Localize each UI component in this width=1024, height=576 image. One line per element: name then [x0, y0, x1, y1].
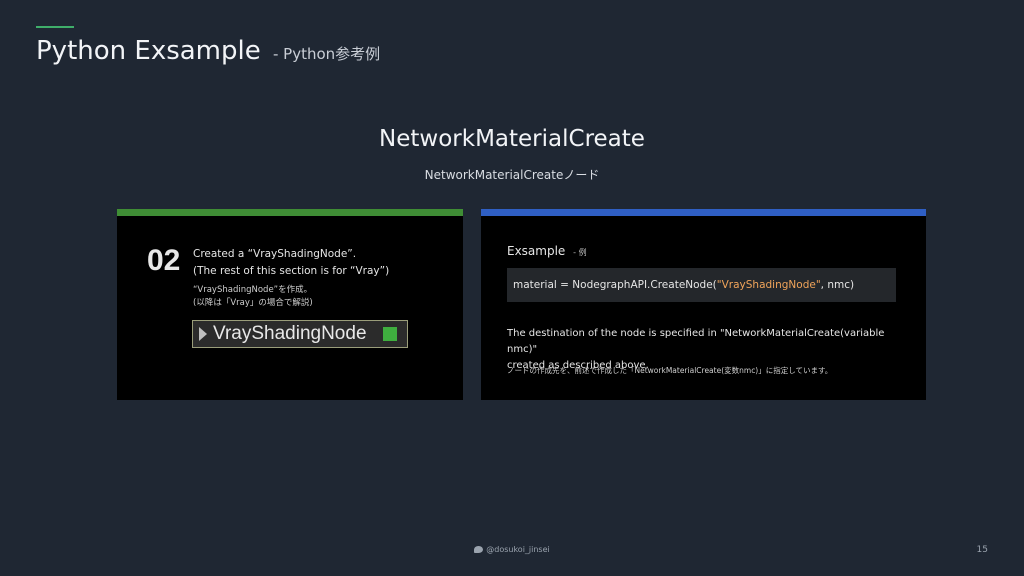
page-title-sub: - Python参考例	[273, 45, 381, 63]
code-block: material = NodegraphAPI.CreateNode("Vray…	[507, 268, 896, 302]
code-prefix: material = NodegraphAPI.CreateNode(	[513, 279, 717, 291]
footer-handle: @dosukoi_jinsei	[0, 545, 1024, 554]
title-accent-line	[36, 26, 74, 28]
section-subheading: NetworkMaterialCreateノード	[424, 168, 600, 182]
section-heading: NetworkMaterialCreate	[379, 126, 645, 152]
step-card: 02 Created a “VrayShadingNode”. (The res…	[117, 209, 463, 400]
code-suffix: , nmc)	[820, 279, 855, 291]
node-label: VrayShadingNode	[213, 323, 367, 344]
step-description-jp: “VrayShadingNode”を作成。 (以降は「Vray」の場合で解説)	[193, 284, 313, 310]
code-string: "VrayShadingNode"	[716, 279, 821, 291]
example-title-sub: - 例	[573, 248, 587, 257]
node-color-swatch	[383, 327, 397, 341]
step-jp-line-2: (以降は「Vray」の場合で解説)	[193, 298, 313, 308]
page-title-main: Python Exsample	[36, 36, 261, 66]
example-desc-line-1: The destination of the node is specified…	[507, 328, 885, 355]
example-description-jp: ノードの作成先を、前述で作成した「NetworkMaterialCreate(変…	[507, 366, 833, 375]
page-title: Python Exsample - Python参考例	[36, 36, 380, 66]
example-title: Exsample - 例	[507, 244, 587, 258]
step-number: 02	[147, 244, 181, 277]
step-description: Created a “VrayShadingNode”. (The rest o…	[193, 246, 389, 280]
step-line-2: (The rest of this section is for “Vray”)	[193, 265, 390, 277]
twitter-bird-icon	[474, 546, 484, 553]
example-title-main: Exsample	[507, 244, 566, 258]
twitter-handle: @dosukoi_jinsei	[486, 545, 550, 554]
page-number: 15	[976, 545, 988, 555]
example-card: Exsample - 例 material = NodegraphAPI.Cre…	[481, 209, 926, 400]
step-jp-line-1: “VrayShadingNode”を作成。	[193, 285, 313, 295]
step-line-1: Created a “VrayShadingNode”.	[193, 248, 357, 260]
play-arrow-icon	[199, 327, 207, 341]
vray-shading-node: VrayShadingNode	[192, 320, 408, 348]
